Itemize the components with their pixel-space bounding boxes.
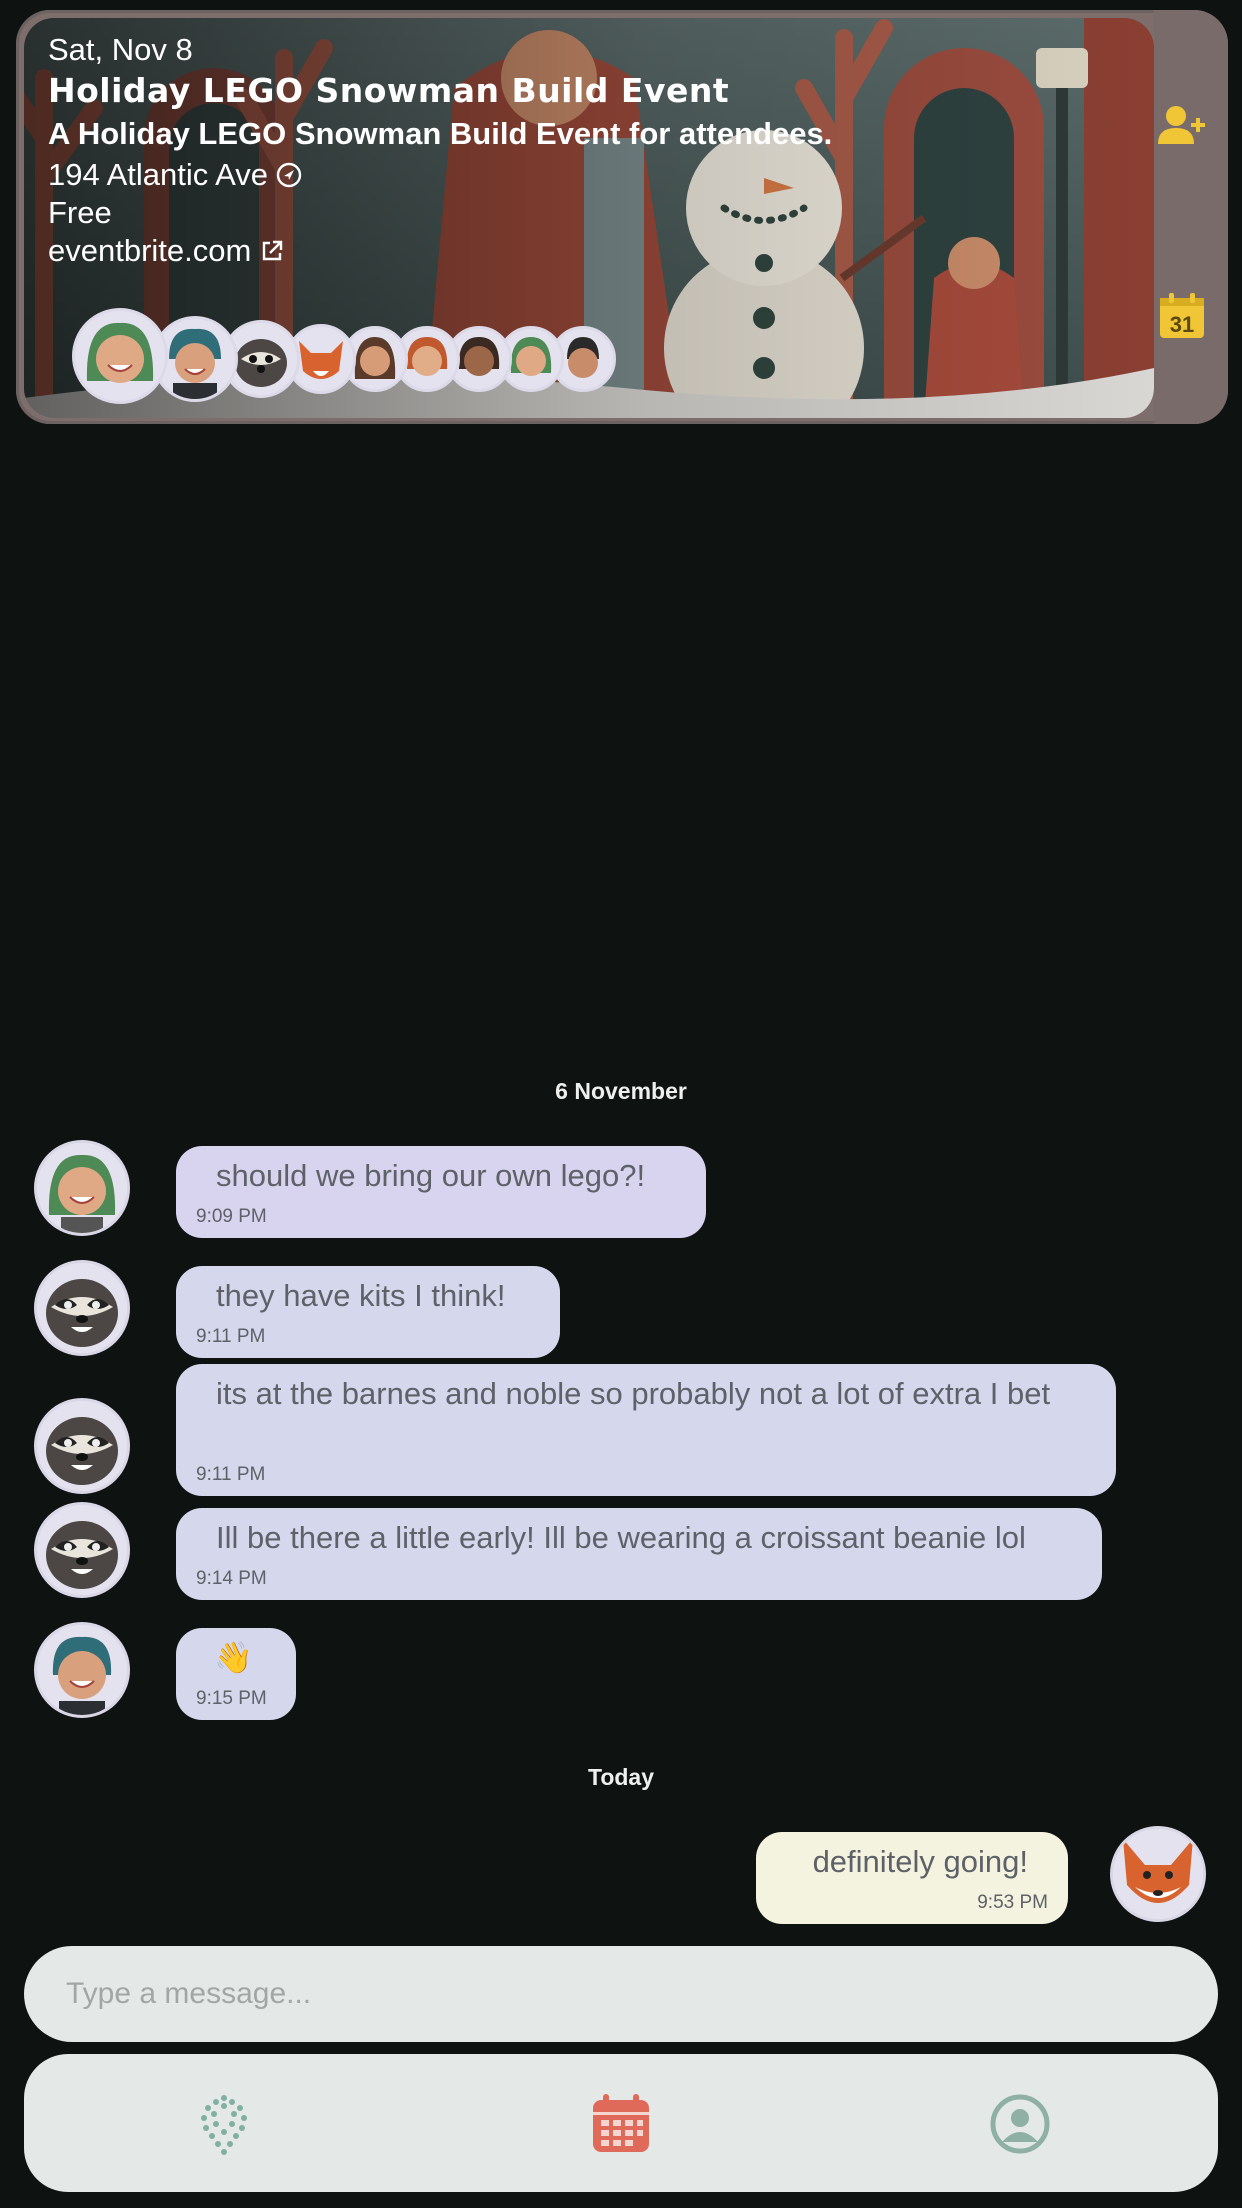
message-bubble[interactable]: its at the barnes and noble so probably … <box>176 1364 1116 1496</box>
bottom-nav <box>24 2054 1218 2192</box>
event-location-text: 194 Atlantic Ave <box>48 157 269 192</box>
message-time: 9:14 PM <box>196 1568 267 1589</box>
message-text: should we bring our own lego?! <box>216 1158 646 1193</box>
avatar[interactable] <box>34 1502 130 1598</box>
message-text: its at the barnes and noble so probably … <box>216 1376 1051 1411</box>
message-bubble[interactable]: 👋 9:15 PM <box>176 1628 296 1720</box>
event-description: A Holiday LEGO Snowman Build Event for a… <box>48 116 833 151</box>
message-composer[interactable] <box>24 1946 1218 2042</box>
calendar-day: 31 <box>1170 312 1194 337</box>
attendee-avatar <box>72 308 168 404</box>
message-bubble[interactable]: Ill be there a little early! Ill be wear… <box>176 1508 1102 1600</box>
add-person-icon[interactable] <box>1156 100 1208 152</box>
event-actions-panel <box>1154 10 1228 424</box>
event-title: Holiday LEGO Snowman Build Event <box>48 71 730 110</box>
message-text: they have kits I think! <box>216 1278 506 1313</box>
message-time: 9:11 PM <box>196 1464 266 1485</box>
event-link-text: eventbrite.com <box>48 233 252 268</box>
message-time: 9:11 PM <box>196 1326 266 1347</box>
calendar-icon[interactable] <box>589 2092 653 2156</box>
avatar[interactable] <box>34 1398 130 1494</box>
message-bubble[interactable]: should we bring our own lego?! 9:09 PM <box>176 1146 706 1238</box>
explore-globe-icon[interactable] <box>192 2092 256 2156</box>
external-link-icon <box>263 240 283 261</box>
calendar-31-icon[interactable]: 31 <box>1156 290 1208 342</box>
event-location[interactable]: 194 Atlantic Ave <box>48 156 832 194</box>
message-bubble[interactable]: definitely going! 9:53 PM <box>756 1832 1068 1924</box>
date-separator: Today <box>587 1764 655 1790</box>
message-input[interactable] <box>64 1976 1178 2012</box>
avatar[interactable] <box>34 1260 130 1356</box>
message-text: Ill be there a little early! Ill be wear… <box>216 1520 1026 1555</box>
event-price: Free <box>48 195 112 230</box>
profile-icon[interactable] <box>988 2092 1052 2156</box>
navigate-icon <box>276 162 302 188</box>
avatar[interactable] <box>1110 1826 1206 1922</box>
event-date: Sat, Nov 8 <box>48 32 193 67</box>
event-card[interactable]: Sat, Nov 8 Holiday LEGO Snowman Build Ev… <box>16 10 1228 424</box>
message-bubble[interactable]: they have kits I think! 9:11 PM <box>176 1266 560 1358</box>
message-time: 9:15 PM <box>196 1688 267 1709</box>
message-time: 9:09 PM <box>196 1206 267 1227</box>
message-text: 👋 <box>214 1640 253 1675</box>
message-time: 9:53 PM <box>977 1892 1048 1913</box>
date-separator: 6 November <box>555 1078 687 1104</box>
avatar[interactable] <box>34 1140 130 1236</box>
event-link[interactable]: eventbrite.com <box>48 232 832 270</box>
message-text: definitely going! <box>812 1844 1028 1879</box>
avatar[interactable] <box>34 1622 130 1718</box>
event-info: Sat, Nov 8 Holiday LEGO Snowman Build Ev… <box>48 30 832 270</box>
